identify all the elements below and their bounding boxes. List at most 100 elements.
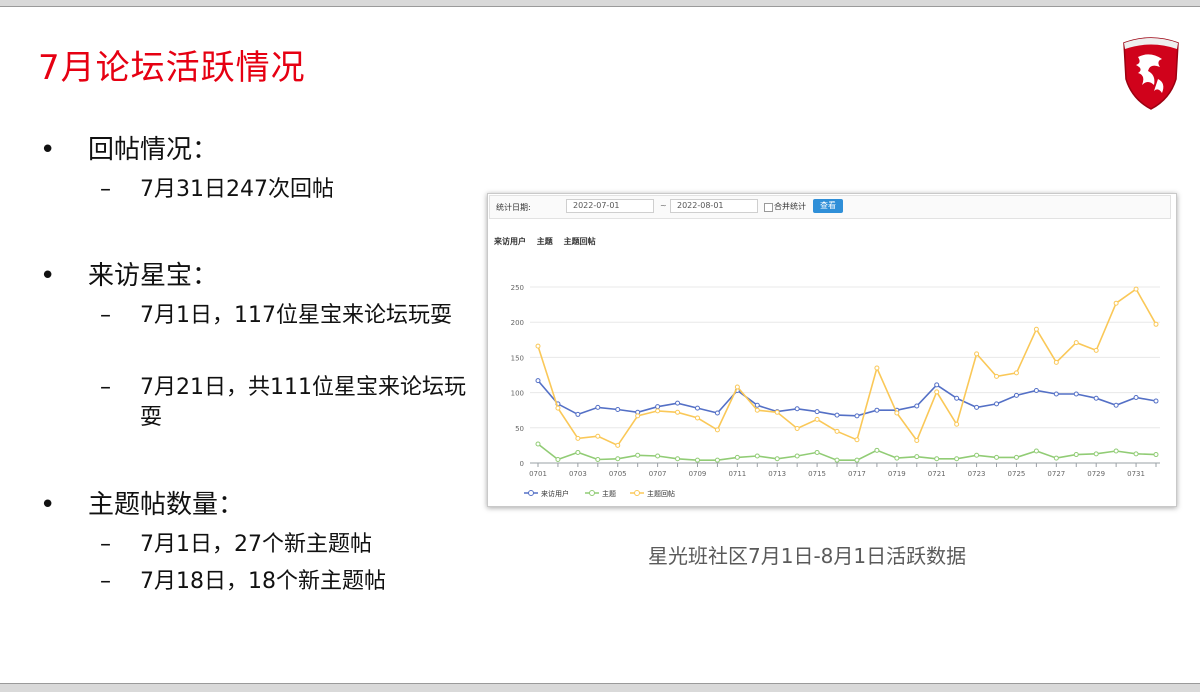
- legend-swatch-marker: [589, 490, 595, 496]
- x-tick-label: 0701: [529, 470, 547, 478]
- y-tick-label: 100: [511, 390, 524, 398]
- data-point: [575, 435, 581, 441]
- start-date-input[interactable]: 2022-07-01: [566, 199, 654, 213]
- y-tick-label: 150: [511, 354, 524, 362]
- end-date-input[interactable]: 2022-08-01: [670, 199, 758, 213]
- data-point: [854, 413, 860, 419]
- data-point: [675, 400, 681, 406]
- data-point: [1013, 454, 1019, 460]
- data-point: [1153, 452, 1159, 458]
- data-point: [874, 447, 880, 453]
- data-point: [734, 454, 740, 460]
- data-point: [555, 405, 561, 411]
- sub-bullet-text: 7月21日，共111位星宝来论坛玩耍: [140, 375, 466, 430]
- x-tick-label: 0727: [1047, 470, 1065, 478]
- data-point: [1073, 340, 1079, 346]
- data-point: [655, 453, 661, 459]
- data-point: [635, 452, 641, 458]
- data-point: [1113, 402, 1119, 408]
- data-point: [914, 437, 920, 443]
- date-separator: ~: [660, 201, 667, 210]
- tab-topics[interactable]: 主题: [537, 237, 553, 246]
- legend-label: 主题: [602, 489, 616, 498]
- data-point: [854, 437, 860, 443]
- slide: 7月论坛活跃情况 • 回帖情况： –7月31日247次回帖 • 来访星宝： –7…: [0, 6, 1200, 684]
- x-tick-label: 0711: [728, 470, 746, 478]
- data-point: [595, 404, 601, 410]
- legend-swatch-marker: [528, 490, 534, 496]
- data-point: [1053, 391, 1059, 397]
- data-point: [714, 410, 720, 416]
- data-point: [1153, 398, 1159, 404]
- data-point: [814, 416, 820, 422]
- data-point: [914, 403, 920, 409]
- data-point: [894, 410, 900, 416]
- data-point: [675, 409, 681, 415]
- data-point: [635, 413, 641, 419]
- data-point: [734, 384, 740, 390]
- data-point: [994, 454, 1000, 460]
- sub-bullet-text: 7月1日，27个新主题帖: [140, 532, 372, 557]
- data-point: [974, 452, 980, 458]
- data-point: [834, 428, 840, 434]
- y-tick-label: 200: [511, 319, 524, 327]
- series-line-2: [537, 443, 1157, 461]
- x-tick-label: 0715: [808, 470, 826, 478]
- data-point: [615, 406, 621, 412]
- data-point: [954, 421, 960, 427]
- data-point: [934, 382, 940, 388]
- data-point: [974, 404, 980, 410]
- x-tick-label: 0709: [689, 470, 707, 478]
- data-point: [774, 409, 780, 415]
- data-point: [1013, 370, 1019, 376]
- data-point: [794, 453, 800, 459]
- bullet-label: 回帖情况：: [88, 135, 219, 165]
- data-point: [714, 427, 720, 433]
- data-point: [595, 456, 601, 462]
- sub-bullet-text: 7月18日，18个新主题帖: [140, 569, 386, 594]
- data-point: [1153, 321, 1159, 327]
- data-point: [655, 404, 661, 410]
- data-point: [934, 456, 940, 462]
- data-point: [954, 456, 960, 462]
- data-point: [615, 456, 621, 462]
- view-button[interactable]: 查看: [813, 199, 843, 213]
- data-point: [1033, 448, 1039, 454]
- data-point: [814, 449, 820, 455]
- tab-visitors[interactable]: 来访用户: [494, 237, 526, 246]
- merge-checkbox[interactable]: [764, 203, 773, 212]
- data-point: [1033, 387, 1039, 393]
- data-point: [1093, 395, 1099, 401]
- data-point: [894, 455, 900, 461]
- bullet-label: 主题帖数量：: [88, 490, 245, 520]
- data-point: [934, 389, 940, 395]
- series-line-3: [537, 287, 1157, 447]
- data-point: [1073, 452, 1079, 458]
- bullet-dot: •: [40, 135, 56, 165]
- data-point: [754, 407, 760, 413]
- data-point: [874, 407, 880, 413]
- data-point: [1133, 451, 1139, 457]
- data-point: [1013, 392, 1019, 398]
- data-point: [834, 457, 840, 463]
- y-tick-label: 0: [520, 460, 524, 468]
- data-point: [874, 365, 880, 371]
- data-point: [974, 351, 980, 357]
- data-point: [1133, 395, 1139, 401]
- data-point: [1113, 448, 1119, 454]
- data-point: [1093, 347, 1099, 353]
- x-tick-label: 0707: [649, 470, 667, 478]
- data-point: [854, 457, 860, 463]
- data-point: [694, 415, 700, 421]
- data-point: [914, 454, 920, 460]
- legend-label: 主题回帖: [647, 489, 675, 498]
- chart-caption: 星光班社区7月1日-8月1日活跃数据: [648, 544, 967, 568]
- tab-replies[interactable]: 主题回帖: [564, 237, 596, 246]
- data-point: [1133, 286, 1139, 292]
- bullet-list: • 回帖情况： –7月31日247次回帖 • 来访星宝： –7月1日，117位星…: [0, 7, 470, 685]
- msi-dragon-shield-logo: [1123, 37, 1179, 110]
- x-tick-label: 0705: [609, 470, 627, 478]
- data-point: [555, 456, 561, 462]
- stats-screenshot: 统计日期: 2022-07-01 ~ 2022-08-01 合并统计 查看 来访…: [487, 193, 1177, 507]
- data-point: [675, 456, 681, 462]
